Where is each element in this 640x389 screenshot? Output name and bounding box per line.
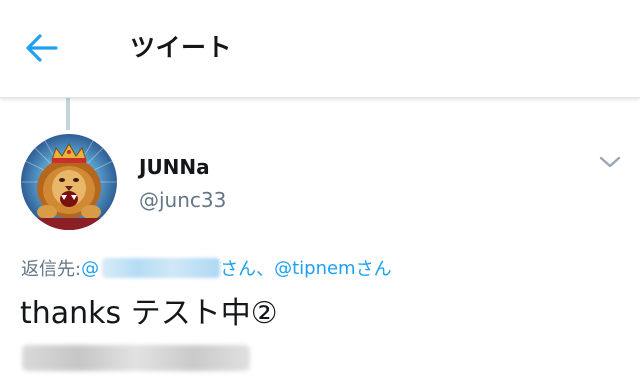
page-title: ツイート xyxy=(130,33,233,62)
tweet-detail-screen: ツイート JUNNa @junc33 返信先: @ さん、 @tipnem さん… xyxy=(0,0,640,389)
tweet-menu-button[interactable] xyxy=(596,150,624,174)
chevron-down-icon xyxy=(599,156,621,168)
reply-mention-tipnem[interactable]: @tipnem xyxy=(274,258,356,279)
redacted-username-block xyxy=(102,258,221,278)
user-handle[interactable]: @junc33 xyxy=(139,188,226,212)
top-bar: ツイート xyxy=(0,0,640,98)
reply-to-line: 返信先: @ さん、 @tipnem さん xyxy=(21,255,392,281)
display-name[interactable]: JUNNa xyxy=(139,155,210,179)
back-button[interactable] xyxy=(22,28,62,68)
reply-mention-redacted[interactable]: @ xyxy=(81,258,221,279)
reply-to-label: 返信先: xyxy=(21,259,82,280)
arrow-left-icon xyxy=(26,34,58,62)
reply-san-suffix-2: さん xyxy=(355,259,392,280)
thread-line xyxy=(66,97,70,130)
avatar[interactable] xyxy=(21,134,117,230)
reply-san-suffix-1: さん、 xyxy=(220,259,275,280)
redacted-timestamp-block xyxy=(22,345,250,371)
tweet-text: thanks テスト中② xyxy=(20,296,278,331)
lion-avatar-image xyxy=(21,134,117,230)
